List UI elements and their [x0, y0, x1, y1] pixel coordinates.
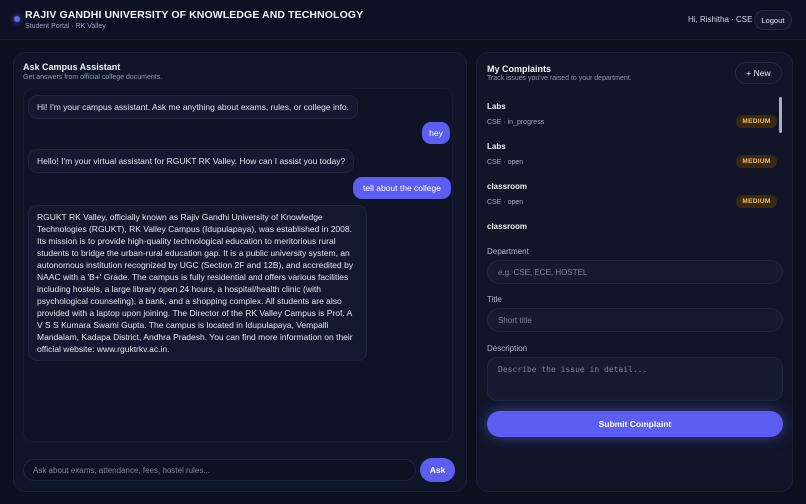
ask-button[interactable]: Ask	[420, 458, 455, 482]
title-label: Title	[487, 295, 502, 304]
complaint-title: Labs	[487, 142, 506, 151]
priority-badge: MEDIUM	[736, 115, 777, 128]
department-label: Department	[487, 247, 529, 256]
complaints-list[interactable]: Labs CSE · in_progress MEDIUM Labs CSE ·…	[487, 97, 783, 234]
description-field[interactable]	[487, 357, 783, 401]
app-subtitle: Student Portal · RK Valley	[25, 23, 106, 30]
chat-title: Ask Campus Assistant	[23, 62, 121, 72]
priority-badge: MEDIUM	[736, 155, 777, 168]
complaint-item[interactable]: classroom	[487, 217, 777, 234]
complaint-item[interactable]: classroom CSE · open MEDIUM	[487, 177, 777, 215]
complaint-title: classroom	[487, 222, 528, 231]
complaints-subtitle: Track issues you've raised to your depar…	[487, 75, 632, 82]
user-message: tell about the college	[353, 177, 451, 199]
title-field[interactable]	[487, 308, 783, 332]
new-complaint-button[interactable]: + New	[735, 62, 782, 84]
complaint-meta: CSE · open	[487, 199, 524, 206]
user-greeting: Hi, Rishitha · CSE ·	[688, 15, 758, 24]
submit-complaint-button[interactable]: Submit Complaint	[487, 411, 783, 437]
logout-button[interactable]: Logout	[754, 10, 792, 30]
chat-input[interactable]	[23, 459, 416, 481]
user-message: hey	[422, 122, 450, 144]
complaint-item[interactable]: Labs CSE · in_progress MEDIUM	[487, 97, 777, 135]
complaint-meta: CSE · open	[487, 159, 524, 166]
app-header: RAJIV GANDHI UNIVERSITY OF KNOWLEDGE AND…	[0, 0, 806, 40]
complaint-title: classroom	[487, 182, 528, 191]
complaint-title: Labs	[487, 102, 506, 111]
priority-badge: MEDIUM	[736, 195, 777, 208]
app-title: RAJIV GANDHI UNIVERSITY OF KNOWLEDGE AND…	[25, 9, 364, 21]
complaints-title: My Complaints	[487, 64, 552, 74]
chat-messages[interactable]: Hi! I'm your campus assistant. Ask me an…	[23, 88, 453, 442]
department-field[interactable]	[487, 260, 783, 284]
complaint-item[interactable]: Labs CSE · open MEDIUM	[487, 137, 777, 175]
bot-message: Hello! I'm your virtual assistant for RG…	[28, 149, 355, 173]
bot-message: RGUKT RK Valley, officially known as Raj…	[28, 205, 367, 361]
status-dot-icon	[14, 16, 20, 22]
bot-message: Hi! I'm your campus assistant. Ask me an…	[28, 95, 359, 119]
chat-subtitle: Get answers from official college docume…	[23, 74, 163, 81]
complaints-scrollbar[interactable]	[779, 97, 782, 133]
complaint-meta: CSE · in_progress	[487, 119, 545, 126]
description-label: Description	[487, 344, 528, 353]
